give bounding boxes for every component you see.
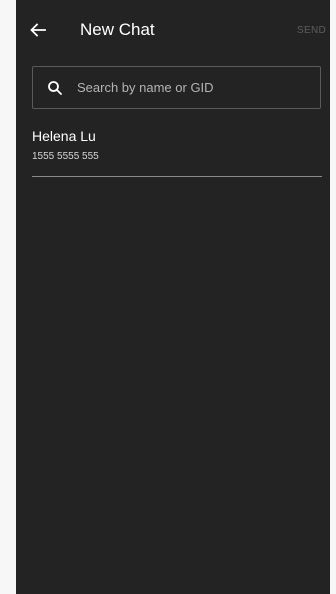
send-button[interactable]: SEND <box>297 25 326 37</box>
search-icon <box>47 80 63 96</box>
search-box[interactable] <box>32 66 321 109</box>
contact-name: Helena Lu <box>32 128 96 144</box>
contact-number: 1555 5555 555 <box>32 151 99 162</box>
search-input[interactable] <box>77 67 313 108</box>
contact-list-item[interactable]: Helena Lu 1555 5555 555 <box>16 120 330 178</box>
page-title: New Chat <box>80 20 155 39</box>
new-chat-screen: New Chat SEND Helena Lu 1555 5555 555 <box>16 0 330 594</box>
back-button[interactable] <box>26 18 50 42</box>
arrow-left-icon <box>30 23 46 37</box>
divider <box>32 176 322 177</box>
app-bar: New Chat SEND <box>16 0 330 60</box>
